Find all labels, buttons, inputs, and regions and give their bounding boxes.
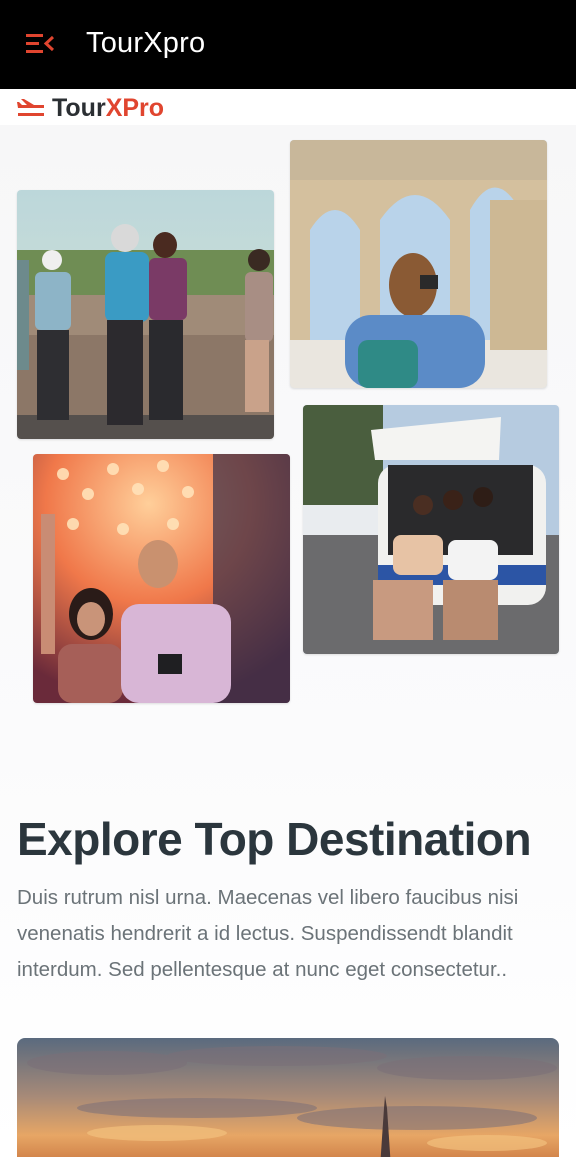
section-description: Duis rutrum nisl urna. Maecenas vel libe…: [17, 886, 519, 981]
app-bar: TourXpro: [0, 0, 576, 89]
section-title: Explore Top Destination: [17, 813, 532, 865]
friends-on-van: [303, 405, 559, 654]
woman-photographing-arches: [290, 140, 547, 388]
menu-close-icon[interactable]: [26, 34, 55, 54]
couple-under-lights: [33, 454, 290, 703]
brand-header: TourXPro: [0, 89, 576, 125]
tourists-photographing-view: [17, 190, 274, 439]
brand-name[interactable]: TourXPro: [52, 94, 164, 123]
plane-logo-icon: [16, 97, 46, 119]
app-title: TourXpro: [86, 27, 206, 59]
brand-name-part1: Tour: [52, 94, 106, 122]
eiffel-tower-sunset[interactable]: [17, 1038, 559, 1157]
brand-name-part2: XPro: [105, 94, 165, 122]
